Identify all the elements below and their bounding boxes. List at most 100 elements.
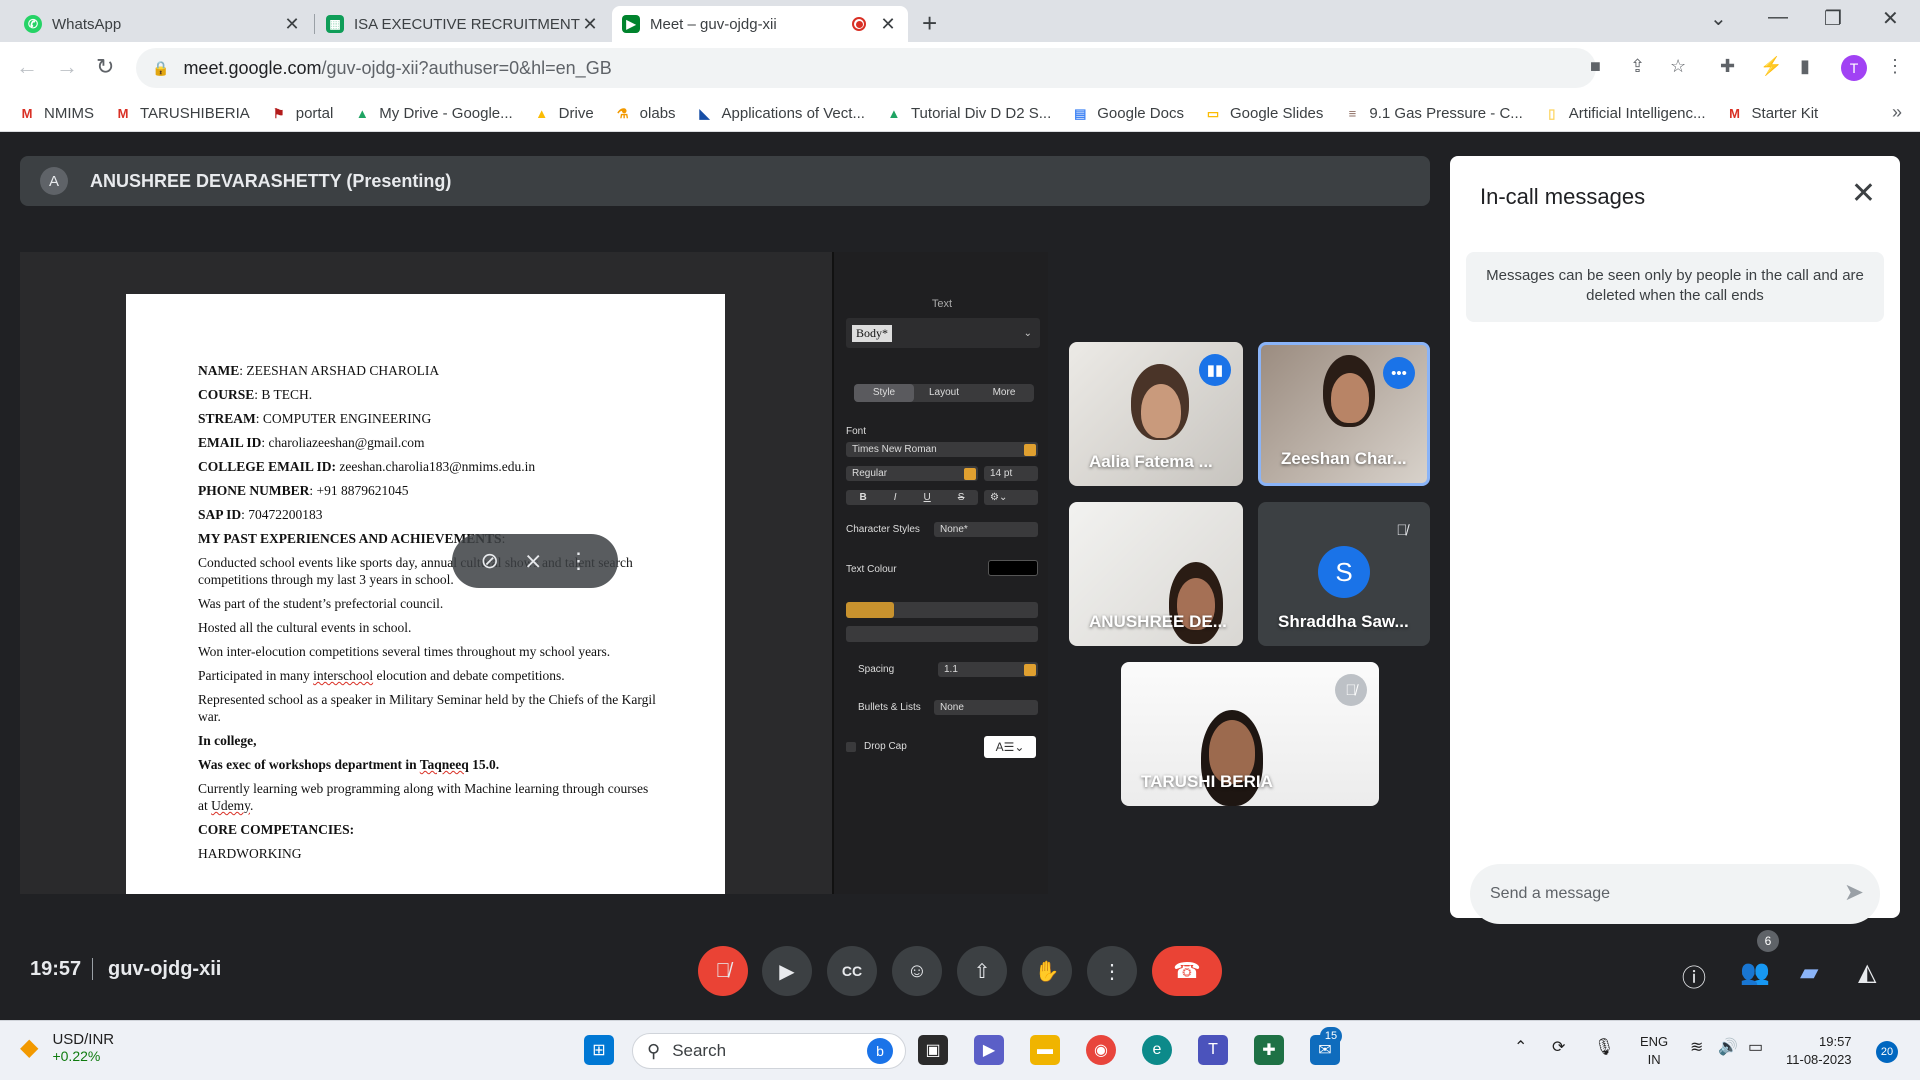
bookmark-starter-kit[interactable]: M Starter Kit bbox=[1726, 105, 1818, 122]
send-icon[interactable]: ➤ bbox=[1844, 878, 1864, 907]
sync-icon[interactable]: ⟳ bbox=[1552, 1037, 1565, 1057]
character-styles-select[interactable]: None* bbox=[934, 522, 1038, 537]
participant-tile[interactable]: 🎙̸ S Shraddha Saw... bbox=[1258, 502, 1430, 646]
bookmark-nmims[interactable]: M NMIMS bbox=[18, 105, 94, 122]
close-tab-icon[interactable]: ✕ bbox=[878, 14, 898, 35]
more-bookmarks-icon[interactable]: » bbox=[1892, 102, 1902, 123]
font-size-field[interactable]: 14 pt bbox=[984, 466, 1038, 481]
minimize-button[interactable]: — bbox=[1768, 6, 1788, 29]
participant-tile[interactable]: 🎙̸ TARUSHI BERIA bbox=[1121, 662, 1379, 806]
text-options-button[interactable]: ⚙⌄ bbox=[984, 490, 1038, 505]
restore-button[interactable]: ❐ bbox=[1824, 6, 1842, 31]
bookmark-portal[interactable]: ⚑ portal bbox=[270, 105, 333, 122]
mic-off-button[interactable]: 🎙̸ bbox=[698, 946, 748, 996]
more-options-icon[interactable]: ••• bbox=[1383, 357, 1415, 389]
tab-sheets[interactable]: ▦ ISA EXECUTIVE RECRUITMENTS - ✕ bbox=[316, 6, 610, 42]
chrome-icon[interactable]: ◉ bbox=[1086, 1035, 1116, 1065]
bookmark-ai[interactable]: ▯ Artificial Intelligenc... bbox=[1543, 105, 1705, 122]
participant-tile[interactable]: ▮▮ Aalia Fatema ... bbox=[1069, 342, 1243, 486]
bookmark-tutorial[interactable]: ▲ Tutorial Div D D2 S... bbox=[885, 105, 1052, 122]
camera-in-use-icon[interactable]: ■ bbox=[1590, 56, 1601, 77]
battery-icon[interactable]: ▭ bbox=[1748, 1037, 1763, 1057]
more-options-button[interactable]: ⋮ bbox=[1087, 946, 1137, 996]
mute-presentation-icon[interactable]: ⨯ bbox=[524, 548, 542, 574]
people-icon[interactable]: 👥 bbox=[1740, 958, 1770, 987]
system-clock[interactable]: 19:57 11-08-2023 bbox=[1786, 1033, 1852, 1069]
activities-icon[interactable]: ◭ bbox=[1858, 958, 1876, 987]
paragraph-style-select[interactable]: Body* ⌄ bbox=[846, 318, 1040, 348]
windows-start-icon[interactable]: ⊞ bbox=[584, 1035, 614, 1065]
teams-icon[interactable]: T bbox=[1198, 1035, 1228, 1065]
new-tab-button[interactable]: + bbox=[922, 8, 937, 39]
snipping-tool-icon[interactable]: ✚ bbox=[1254, 1035, 1284, 1065]
profile-avatar[interactable]: T bbox=[1841, 55, 1867, 81]
bullets-select[interactable]: None bbox=[934, 700, 1038, 715]
extensions-icon[interactable]: ✚ bbox=[1720, 56, 1735, 77]
meeting-details-icon[interactable]: ⓘ bbox=[1682, 958, 1706, 993]
more-options-icon[interactable]: ⋮ bbox=[567, 548, 589, 574]
microphone-icon[interactable]: 🎙 bbox=[1594, 1037, 1614, 1057]
stock-widget[interactable]: ◆ USD/INR +0.22% bbox=[20, 1031, 114, 1064]
align-left-button[interactable] bbox=[846, 602, 894, 618]
taskbar-search[interactable]: ⚲ Search b bbox=[632, 1033, 906, 1069]
bookmark-gas-pressure[interactable]: ≡ 9.1 Gas Pressure - C... bbox=[1343, 105, 1523, 122]
share-icon[interactable]: ⇪ bbox=[1630, 56, 1645, 77]
back-button[interactable]: ← bbox=[16, 54, 38, 80]
tab-more[interactable]: More bbox=[974, 384, 1034, 402]
font-name-select[interactable]: Times New Roman bbox=[846, 442, 1038, 457]
unpin-icon[interactable]: ⊘ bbox=[481, 548, 499, 574]
chrome-menu-icon[interactable]: ⋮ bbox=[1886, 56, 1904, 77]
drop-cap-style-button[interactable]: A☰⌄ bbox=[984, 736, 1036, 758]
bookmark-star-icon[interactable]: ☆ bbox=[1670, 56, 1686, 77]
tab-whatsapp[interactable]: ✆ WhatsApp ✕ bbox=[14, 6, 312, 42]
align-center-button[interactable] bbox=[894, 602, 942, 618]
forward-button[interactable]: → bbox=[56, 54, 78, 80]
close-tab-icon[interactable]: ✕ bbox=[282, 14, 302, 35]
bookmark-my-drive[interactable]: ▲ My Drive - Google... bbox=[353, 105, 513, 122]
teams-chat-icon[interactable]: ▶ bbox=[974, 1035, 1004, 1065]
tab-layout[interactable]: Layout bbox=[914, 384, 974, 402]
performance-icon[interactable]: ⚡ bbox=[1760, 56, 1782, 77]
text-colour-swatch[interactable] bbox=[988, 560, 1038, 576]
close-tab-icon[interactable]: ✕ bbox=[580, 14, 600, 35]
participant-tile[interactable]: ANUSHREE DE... bbox=[1069, 502, 1243, 646]
bookmark-google-slides[interactable]: ▭ Google Slides bbox=[1204, 105, 1324, 122]
bookmark-drive[interactable]: ▲ Drive bbox=[533, 105, 593, 122]
indent-buttons[interactable] bbox=[846, 626, 1038, 642]
volume-icon[interactable]: 🔊 bbox=[1718, 1037, 1738, 1057]
task-view-icon[interactable]: ▣ bbox=[918, 1035, 948, 1065]
message-input[interactable]: Send a message bbox=[1470, 864, 1880, 924]
present-screen-button[interactable]: ⇧ bbox=[957, 946, 1007, 996]
bookmark-tarushiberia[interactable]: M TARUSHIBERIA bbox=[114, 105, 250, 122]
justify-button[interactable] bbox=[990, 602, 1038, 618]
chat-icon[interactable]: ▰ bbox=[1800, 958, 1818, 987]
emoji-button[interactable]: ☺ bbox=[892, 946, 942, 996]
reload-button[interactable]: ↻ bbox=[96, 54, 114, 80]
tab-meet[interactable]: ▶ Meet – guv-ojdg-xii ✕ bbox=[612, 6, 908, 42]
captions-button[interactable]: CC bbox=[827, 946, 877, 996]
language-indicator[interactable]: ENG IN bbox=[1640, 1033, 1668, 1069]
italic-button[interactable]: I bbox=[894, 492, 897, 503]
bookmark-google-docs[interactable]: ▤ Google Docs bbox=[1071, 105, 1184, 122]
font-style-select[interactable]: Regular bbox=[846, 466, 978, 481]
drop-cap-checkbox[interactable] bbox=[846, 742, 856, 752]
bold-button[interactable]: B bbox=[860, 492, 867, 503]
spacing-select[interactable]: 1.1 bbox=[938, 662, 1038, 677]
close-icon[interactable]: ✕ bbox=[1851, 176, 1876, 211]
participant-tile[interactable]: ••• Zeeshan Char... bbox=[1258, 342, 1430, 486]
bookmark-olabs[interactable]: ⚗ olabs bbox=[614, 105, 676, 122]
tab-search-icon[interactable]: ⌄ bbox=[1710, 6, 1727, 31]
bookmark-applications[interactable]: ◣ Applications of Vect... bbox=[696, 105, 865, 122]
camera-button[interactable]: ▶ bbox=[762, 946, 812, 996]
underline-button[interactable]: U bbox=[924, 492, 931, 503]
file-explorer-icon[interactable]: ▬ bbox=[1030, 1035, 1060, 1065]
tab-style[interactable]: Style bbox=[854, 384, 914, 402]
close-window-button[interactable]: ✕ bbox=[1882, 6, 1899, 31]
address-bar[interactable]: 🔒 meet.google.com/guv-ojdg-xii?authuser=… bbox=[136, 48, 1596, 88]
strikethrough-button[interactable]: S bbox=[958, 492, 965, 503]
raise-hand-button[interactable]: ✋ bbox=[1022, 946, 1072, 996]
align-right-button[interactable] bbox=[942, 602, 990, 618]
leave-call-button[interactable]: ☎ bbox=[1152, 946, 1222, 996]
notification-badge[interactable]: 20 bbox=[1876, 1041, 1898, 1063]
show-hidden-icons[interactable]: ⌃ bbox=[1514, 1037, 1527, 1057]
